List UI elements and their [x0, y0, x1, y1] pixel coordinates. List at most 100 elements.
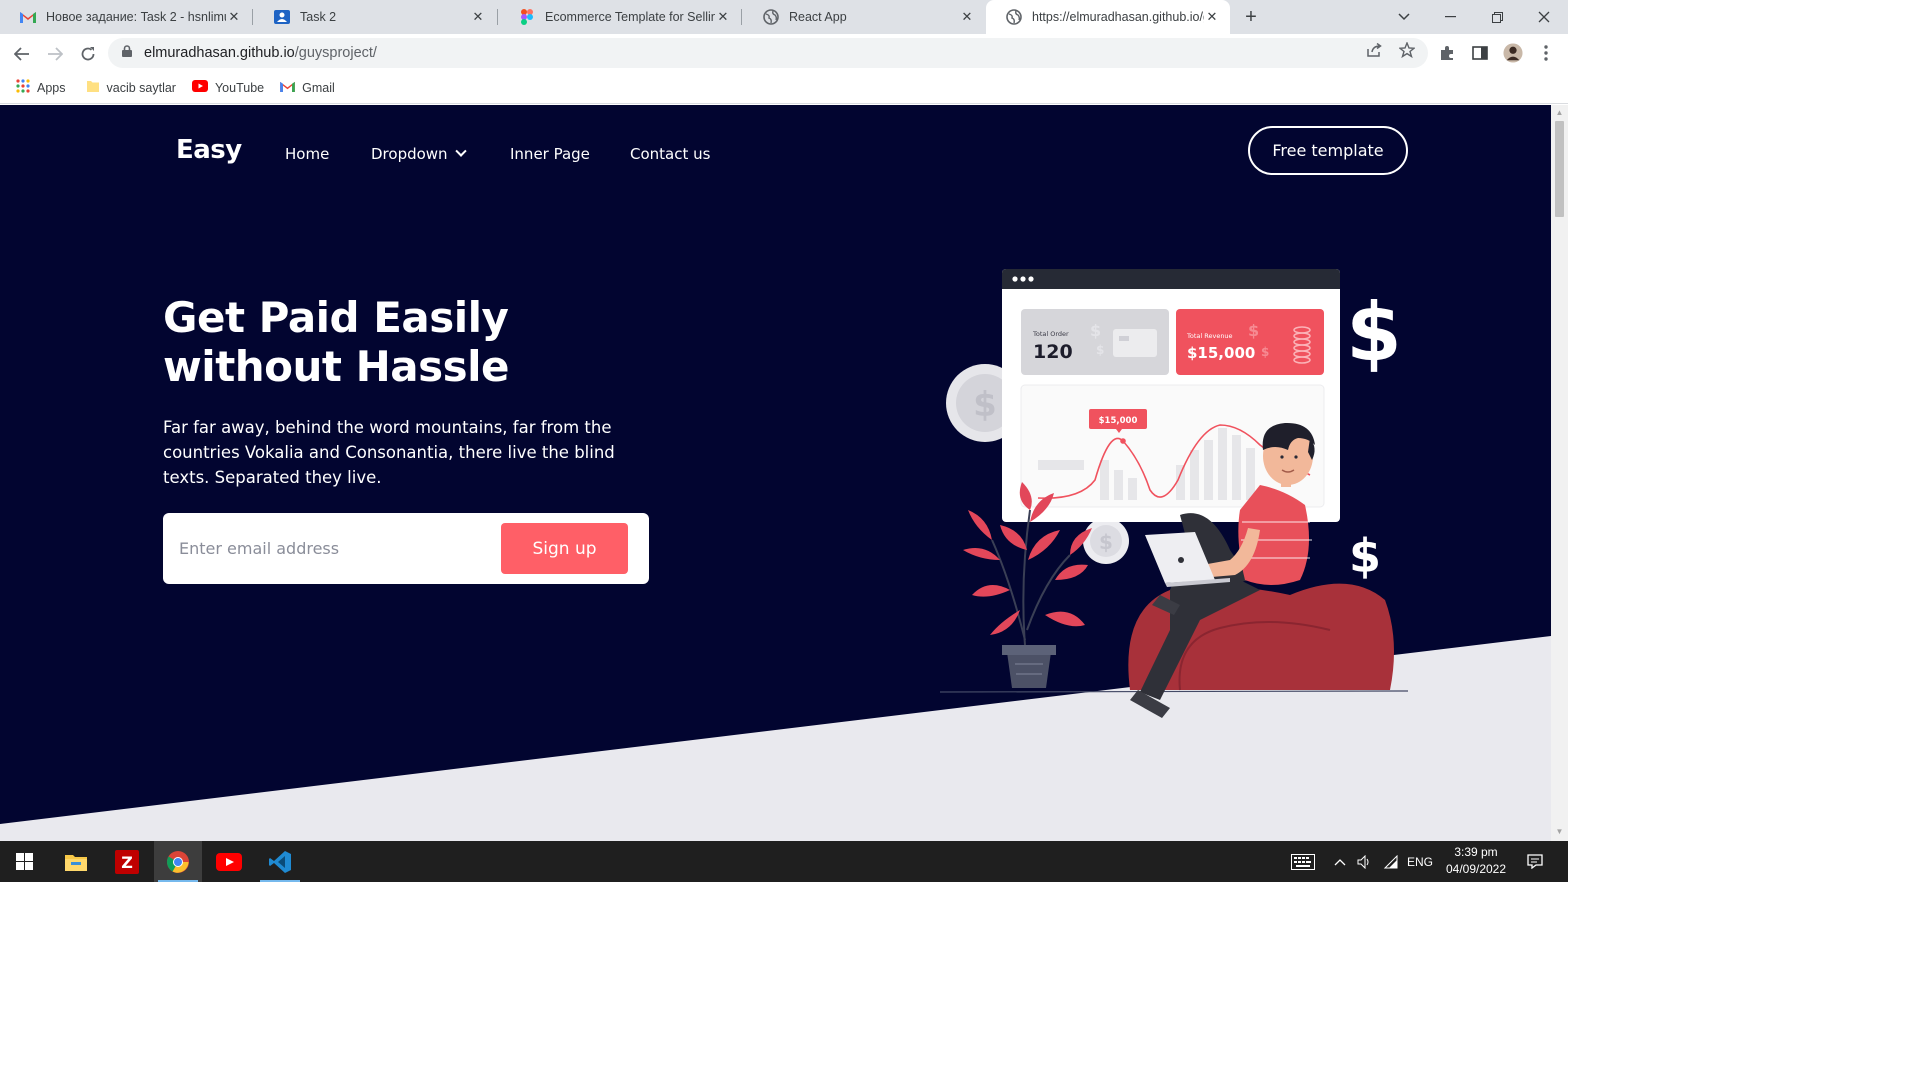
browser-tab-strip: Новое задание: Task 2 - hsnlimu ✕ Task 2… — [0, 0, 1568, 34]
tab-react-app[interactable]: React App ✕ — [743, 0, 985, 34]
tab-title: React App — [789, 10, 847, 24]
minimize-icon[interactable] — [1427, 0, 1473, 34]
chrome-menu-kebab-icon[interactable] — [1536, 43, 1556, 63]
tab-classroom[interactable]: Task 2 ✕ — [254, 0, 496, 34]
bookmark-label: vacib saytlar — [106, 80, 176, 95]
lock-icon[interactable] — [122, 45, 132, 61]
email-input[interactable] — [163, 513, 493, 584]
tab-title: Ecommerce Template for Selling — [545, 10, 715, 24]
coin-icon: $ — [1083, 518, 1129, 564]
close-icon[interactable]: ✕ — [715, 9, 731, 25]
folder-icon — [86, 79, 100, 96]
close-icon[interactable]: ✕ — [959, 9, 975, 25]
chart-tooltip: $15,000 — [1099, 416, 1138, 426]
svg-text:$: $ — [1090, 321, 1101, 340]
tab-active-site[interactable]: https://elmuradhasan.github.io/g ✕ — [986, 0, 1230, 34]
scroll-up-arrow-icon[interactable]: ▲ — [1555, 108, 1564, 117]
signup-button[interactable]: Sign up — [501, 523, 628, 574]
bookmark-youtube[interactable]: YouTube — [191, 80, 264, 95]
svg-text:$: $ — [1261, 345, 1269, 359]
site-logo[interactable]: Easy — [176, 135, 242, 165]
signup-form: Sign up — [163, 513, 649, 584]
nav-inner-page[interactable]: Inner Page — [510, 145, 590, 163]
filezilla-icon[interactable]: Z — [103, 841, 151, 882]
tab-gmail[interactable]: Новое задание: Task 2 - hsnlimu ✕ — [0, 0, 252, 34]
tab-divider — [741, 9, 742, 25]
bookmarks-bar: Apps vacib saytlar YouTube Gmail — [0, 72, 1568, 104]
bookmark-label: Gmail — [302, 80, 335, 95]
nav-label: Contact us — [630, 145, 711, 163]
youtube-app-icon[interactable] — [205, 841, 253, 882]
nav-contact[interactable]: Contact us — [630, 145, 710, 163]
window-close-icon[interactable] — [1521, 0, 1567, 34]
hero-title-line: Get Paid Easily — [163, 293, 509, 342]
close-icon[interactable]: ✕ — [470, 9, 486, 25]
notifications-icon[interactable] — [1520, 841, 1550, 882]
nav-home[interactable]: Home — [285, 145, 329, 163]
svg-text:$: $ — [1099, 530, 1113, 554]
tab-figma[interactable]: Ecommerce Template for Selling ✕ — [499, 0, 741, 34]
file-explorer-icon[interactable] — [52, 841, 100, 882]
bookmark-folder[interactable]: vacib saytlar — [86, 79, 176, 96]
nav-label: Inner Page — [510, 145, 590, 163]
tab-title: Новое задание: Task 2 - hsnlimu — [46, 10, 226, 24]
close-icon[interactable]: ✕ — [226, 9, 242, 25]
language-indicator[interactable]: ENG — [1404, 841, 1436, 882]
restore-icon[interactable] — [1474, 0, 1520, 34]
chevron-up-icon[interactable] — [1330, 841, 1350, 882]
address-bar[interactable]: elmuradhasan.github.io/guysproject/ — [108, 38, 1428, 68]
windows-start-icon[interactable] — [0, 841, 48, 882]
dollar-sign-icon: $ — [1346, 286, 1402, 379]
keyboard-icon[interactable] — [1286, 841, 1320, 882]
side-panel-icon[interactable] — [1470, 43, 1490, 63]
browser-toolbar: elmuradhasan.github.io/guysproject/ — [0, 34, 1568, 72]
new-tab-plus-icon[interactable]: + — [1240, 6, 1262, 28]
wifi-icon[interactable] — [1380, 841, 1402, 882]
apps-grid-icon — [16, 79, 30, 96]
page-viewport: Easy Home Dropdown Inner Page Contact us… — [0, 105, 1551, 841]
close-icon[interactable]: ✕ — [1204, 9, 1220, 25]
tab-divider — [252, 9, 253, 25]
reload-icon[interactable] — [75, 41, 101, 67]
scroll-down-arrow-icon[interactable]: ▼ — [1555, 827, 1564, 836]
globe-icon — [763, 9, 779, 25]
site-navbar: Easy Home Dropdown Inner Page Contact us… — [0, 105, 1551, 205]
svg-text:Z: Z — [121, 853, 133, 872]
svg-text:$: $ — [1248, 321, 1259, 340]
speaker-icon[interactable] — [1354, 841, 1376, 882]
forward-arrow-icon[interactable] — [42, 41, 68, 67]
bookmark-label: Apps — [37, 80, 66, 95]
windows-taskbar: Z ENG 3:39 pm 04/09/2022 — [0, 841, 1568, 882]
active-indicator — [260, 880, 300, 882]
globe-icon — [1006, 9, 1022, 25]
back-arrow-icon[interactable] — [9, 41, 35, 67]
nav-dropdown[interactable]: Dropdown — [371, 145, 467, 163]
card-value: 120 — [1033, 341, 1073, 363]
youtube-icon — [191, 80, 208, 95]
tab-search-chevron-icon[interactable] — [1381, 0, 1427, 34]
card-value: $15,000 — [1187, 344, 1255, 362]
hero-title: Get Paid Easily without Hassle — [163, 293, 763, 391]
share-icon[interactable] — [1365, 41, 1383, 59]
active-indicator — [158, 880, 198, 882]
bookmark-gmail[interactable]: Gmail — [280, 81, 335, 95]
clock[interactable]: 3:39 pm 04/09/2022 — [1440, 844, 1512, 878]
bookmark-apps[interactable]: Apps — [16, 79, 66, 96]
clock-date: 04/09/2022 — [1445, 862, 1507, 876]
profile-avatar[interactable] — [1503, 43, 1523, 63]
gmail-icon — [20, 9, 36, 25]
page-scrollbar[interactable]: ▲ ▼ — [1551, 105, 1568, 841]
hero-title-line: without Hassle — [163, 342, 510, 391]
bookmark-star-icon[interactable] — [1398, 41, 1416, 59]
url-host: elmuradhasan.github.io — [144, 45, 295, 61]
svg-text:$: $ — [1096, 343, 1104, 357]
chevron-down-icon — [454, 145, 467, 157]
extensions-puzzle-icon[interactable] — [1437, 43, 1457, 63]
free-template-button[interactable]: Free template — [1248, 126, 1408, 175]
scrollbar-thumb[interactable] — [1555, 121, 1564, 217]
nav-label: Dropdown — [371, 145, 448, 163]
chrome-icon[interactable] — [154, 841, 202, 882]
tab-divider — [497, 9, 498, 25]
figma-icon — [519, 9, 535, 25]
vscode-icon[interactable] — [256, 841, 304, 882]
